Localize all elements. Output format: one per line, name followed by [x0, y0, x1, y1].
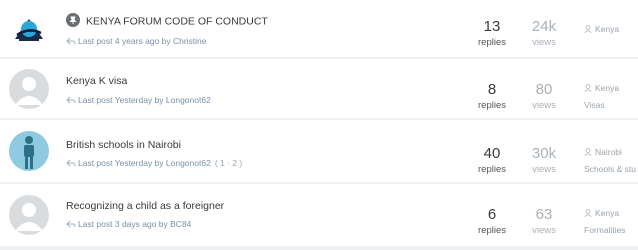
forum-link[interactable]: Kenya Formalities: [584, 208, 626, 235]
default-user-avatar[interactable]: [9, 195, 49, 235]
thread-title[interactable]: Kenya K visa: [66, 75, 127, 87]
person-icon: [584, 208, 592, 219]
thread-row[interactable]: KENYA FORUM CODE OF CONDUCT Last post 4 …: [0, 0, 638, 57]
subforum-name[interactable]: Visas: [584, 100, 619, 110]
views-stat: 24k views: [519, 18, 569, 49]
replies-label: replies: [478, 164, 506, 175]
replies-label: replies: [478, 225, 506, 236]
last-post-info[interactable]: Last post Yesterday by Longonot62 ( 1 · 2…: [66, 158, 242, 169]
replies-stat: 13 replies: [467, 18, 517, 49]
views-label: views: [532, 37, 556, 48]
reply-arrow-icon: [66, 220, 76, 230]
views-count: 63: [535, 206, 553, 223]
thread-row[interactable]: Recognizing a child as a foreigner Last …: [0, 184, 638, 246]
views-stat: 30k views: [519, 145, 569, 176]
pinned-icon: [66, 13, 80, 30]
thread-row[interactable]: Kenya K visa Last post Yesterday by Long…: [0, 59, 638, 118]
person-icon: [584, 83, 592, 94]
thread-title: KENYA FORUM CODE OF CONDUCT: [86, 15, 268, 28]
last-post-text: Last post Yesterday by Longonot62: [78, 158, 211, 168]
replies-count: 8: [487, 81, 497, 98]
forum-name: Kenya: [595, 83, 620, 93]
views-label: views: [532, 225, 556, 236]
reply-arrow-icon: [66, 96, 76, 106]
page-links[interactable]: ( 1 · 2 ): [215, 158, 242, 168]
thread-title-link[interactable]: KENYA FORUM CODE OF CONDUCT: [66, 13, 268, 30]
views-count: 30k: [531, 145, 557, 162]
replies-count: 13: [483, 18, 501, 35]
user-avatar[interactable]: [9, 131, 49, 171]
forum-link[interactable]: Kenya Visas: [584, 83, 619, 110]
reply-arrow-icon: [66, 159, 76, 169]
forum-name: Kenya: [595, 24, 620, 34]
views-stat: 63 views: [519, 206, 569, 237]
subforum-name[interactable]: Formalities: [584, 225, 626, 235]
person-icon: [584, 147, 592, 158]
views-count: 80: [535, 81, 553, 98]
replies-label: replies: [478, 100, 506, 111]
views-label: views: [532, 100, 556, 111]
forum-link[interactable]: Kenya: [584, 24, 619, 35]
thread-row[interactable]: British schools in Nairobi Last post Yes…: [0, 120, 638, 182]
forum-name: Nairobi: [595, 147, 622, 157]
views-label: views: [532, 164, 556, 175]
last-post-text: Last post 4 years ago by Christine: [78, 36, 207, 46]
default-user-avatar[interactable]: [9, 68, 49, 109]
replies-label: replies: [478, 37, 506, 48]
forum-link[interactable]: Nairobi Schools & stu: [584, 147, 636, 174]
replies-stat: 6 replies: [467, 206, 517, 237]
thread-title[interactable]: British schools in Nairobi: [66, 139, 181, 151]
last-post-info[interactable]: Last post Yesterday by Longonot62: [66, 95, 211, 106]
person-icon: [584, 24, 592, 35]
last-post-info[interactable]: Last post 3 days ago by BC84: [66, 219, 191, 230]
views-stat: 80 views: [519, 81, 569, 112]
replies-count: 40: [483, 145, 501, 162]
reply-arrow-icon: [66, 37, 76, 47]
forum-name: Kenya: [595, 208, 620, 218]
last-post-text: Last post Yesterday by Longonot62: [78, 95, 211, 105]
last-post-text: Last post 3 days ago by BC84: [78, 219, 192, 229]
last-post-info[interactable]: Last post 4 years ago by Christine: [66, 36, 207, 47]
replies-count: 6: [487, 206, 497, 223]
replies-stat: 40 replies: [467, 145, 517, 176]
forum-logo-avatar[interactable]: [9, 8, 49, 49]
thread-title[interactable]: Recognizing a child as a foreigner: [66, 200, 224, 212]
views-count: 24k: [531, 18, 557, 35]
replies-stat: 8 replies: [467, 81, 517, 112]
subforum-name[interactable]: Schools & stu: [584, 164, 636, 174]
